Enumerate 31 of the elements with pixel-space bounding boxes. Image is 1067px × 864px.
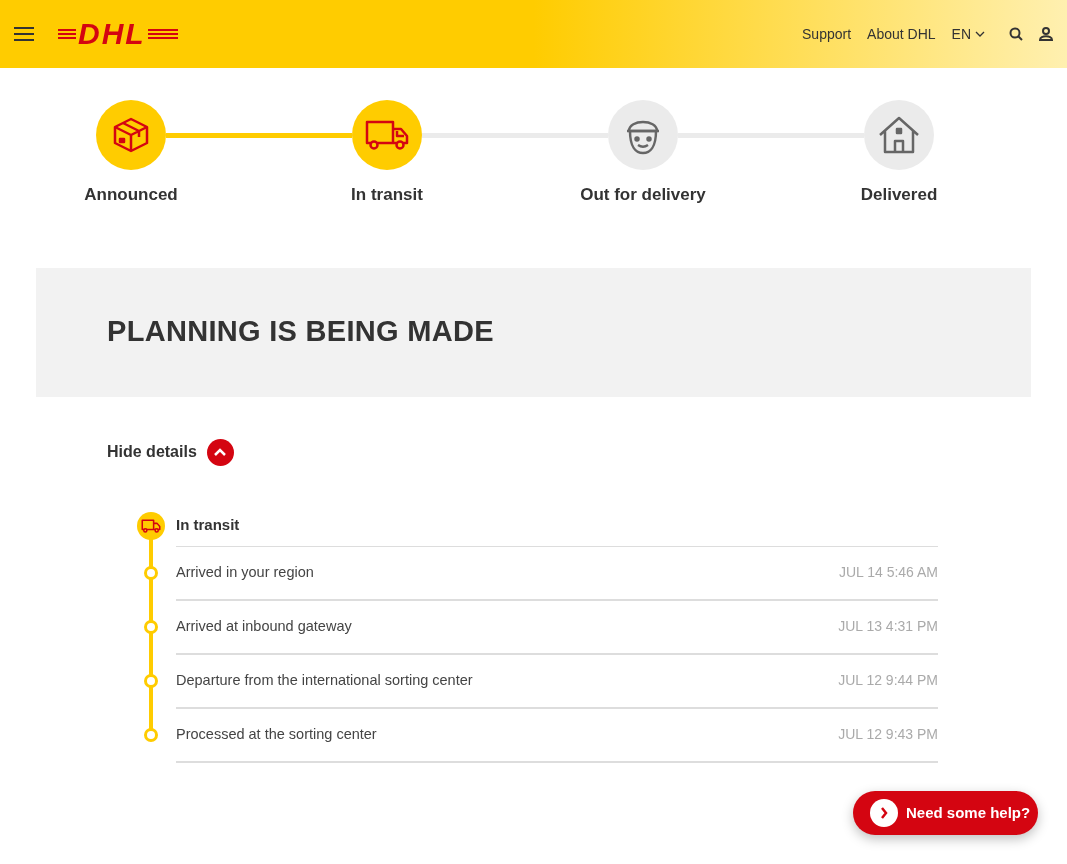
collapse-button[interactable]: [206, 438, 234, 466]
event-time: JUL 12 9:44 PM: [838, 671, 938, 690]
step-label: In transit: [351, 184, 423, 206]
event-time: JUL 14 5:46 AM: [838, 563, 938, 582]
nav-link[interactable]: About DHL: [867, 23, 936, 45]
chevron-right-icon: [880, 807, 888, 819]
nav-link[interactable]: Support: [802, 23, 852, 45]
box-icon: [111, 115, 151, 155]
current-status-label: In transit: [176, 515, 240, 536]
house-icon: [878, 115, 920, 155]
step-label: Delivered: [860, 184, 938, 206]
event-text: Arrived at inbound gateway: [176, 616, 352, 636]
step-label: Announced: [84, 184, 178, 206]
details-toggle-label: Hide details: [107, 442, 197, 462]
search-icon[interactable]: [1009, 27, 1023, 41]
user-icon[interactable]: [1039, 27, 1053, 41]
menu-icon[interactable]: [14, 26, 34, 42]
logo[interactable]: DHL: [58, 19, 178, 49]
status-title: PLANNING IS BEING MADE: [107, 314, 494, 350]
event-time: JUL 12 9:43 PM: [838, 725, 938, 744]
truck-icon: [365, 119, 409, 151]
event-time: JUL 13 4:31 PM: [838, 617, 938, 636]
chevron-down-icon: [975, 31, 985, 37]
chevron-up-icon: [214, 448, 227, 456]
event-text: Processed at the sorting center: [176, 724, 377, 744]
event-text: Departure from the international sorting center: [176, 670, 473, 690]
truck-icon: [141, 518, 161, 533]
event-text: Arrived in your region: [176, 562, 314, 582]
language-selector[interactable]: EN: [951, 23, 985, 45]
help-button[interactable]: Need some help?: [853, 791, 1038, 835]
step-label: Out for delivery: [580, 184, 706, 206]
